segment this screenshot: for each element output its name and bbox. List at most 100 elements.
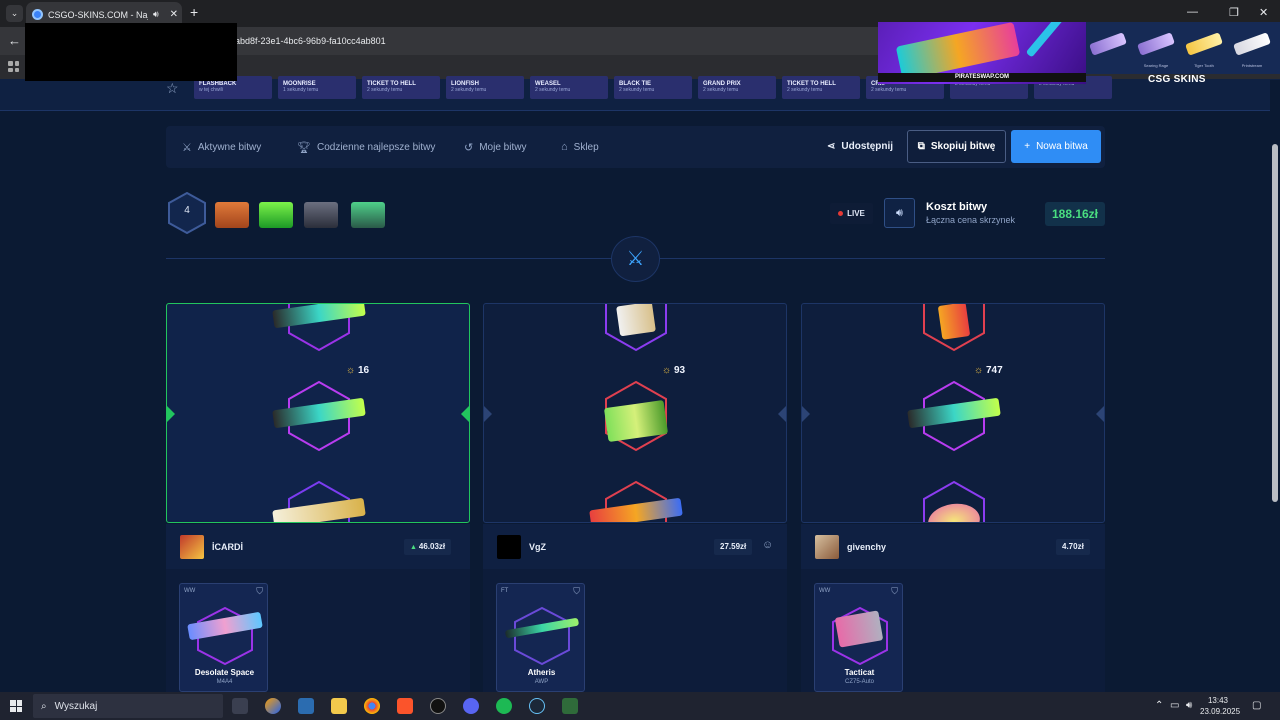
spinner-marker-left [167, 406, 175, 422]
drop-card[interactable]: BLACK TIE 2 sekundy temu [614, 76, 692, 99]
item-condition: WW [819, 588, 831, 594]
item-card[interactable]: FT ⛉ Atheris AWP [496, 583, 585, 692]
drop-time: 2 sekundy temu [367, 87, 403, 93]
minimize-icon[interactable]: — [1187, 6, 1198, 18]
item-slot [589, 480, 683, 522]
apps-grid-icon[interactable] [8, 61, 19, 72]
nav-shop[interactable]: ⌂ Sklep [561, 141, 599, 153]
player-spinner: ☼ 747 [801, 303, 1105, 523]
case-icon[interactable] [215, 202, 249, 228]
live-badge: LIVE [830, 203, 873, 224]
avatar[interactable] [497, 535, 521, 559]
player-name[interactable]: VgZ [529, 542, 546, 552]
item-name: Atheris [527, 668, 556, 677]
item-name: Desolate Space [194, 668, 255, 677]
app-icon[interactable] [430, 698, 446, 714]
nav-active-battles[interactable]: ⚔︎ Aktywne bitwy [182, 141, 261, 154]
steam-icon[interactable] [529, 698, 545, 714]
discord-icon[interactable] [463, 698, 479, 714]
scrollbar-thumb[interactable] [1272, 144, 1278, 502]
shield-icon: ⛉ [573, 586, 580, 596]
address-bar[interactable]: abd8f-23e1-4bc6-96b9-fa10cc4ab801 [235, 36, 386, 46]
taskbar-search[interactable]: ⌕ Wyszukaj [33, 694, 223, 718]
avatar[interactable] [815, 535, 839, 559]
points-value: 16 [357, 365, 370, 376]
system-clock[interactable]: 13:43 23.09.2025 [1200, 695, 1241, 717]
star-icon[interactable]: ☆ [166, 80, 179, 97]
item-card[interactable]: WW ⛉ Desolate Space M4A4 [179, 583, 268, 692]
nav-label: Moje bitwy [479, 142, 527, 153]
top-drop[interactable]: Printstream [1230, 28, 1274, 68]
tab-search-icon[interactable]: ⌄ [6, 5, 23, 22]
round-number: 4 [184, 205, 190, 216]
player-name[interactable]: givenchy [847, 542, 886, 552]
trophy-icon: 🏆︎ [297, 142, 311, 154]
windows-start-icon[interactable] [10, 700, 22, 712]
case-icon[interactable] [259, 202, 293, 228]
chrome-icon[interactable] [364, 698, 380, 714]
top-drop-label: Searing Rage [1143, 63, 1169, 68]
drop-card[interactable]: GRAND PRIX 2 sekundy temu [698, 76, 776, 99]
app-icon[interactable] [265, 698, 281, 714]
player-name[interactable]: İCARDİ [212, 542, 243, 552]
drop-card[interactable]: TICKET TO HELL 2 sekundy temu [362, 76, 440, 99]
drop-card[interactable]: MOONRISE 1 sekundy temu [278, 76, 356, 99]
drop-card[interactable]: TICKET TO HELL 2 sekundy temu [782, 76, 860, 99]
clock-time: 13:43 [1207, 696, 1229, 705]
won-items: FT ⛉ Atheris AWP [483, 569, 787, 692]
history-icon: ↺ [464, 142, 474, 154]
item-slot [603, 380, 669, 452]
task-view-icon[interactable] [232, 698, 248, 714]
file-explorer-icon[interactable] [331, 698, 347, 714]
avatar[interactable] [180, 535, 204, 559]
drop-card[interactable]: LIONFISH 2 sekundy temu [446, 76, 524, 99]
drop-card[interactable]: WEASEL 2 sekundy temu [530, 76, 608, 99]
live-label: LIVE [847, 209, 865, 218]
tray-chevron-icon[interactable]: ⌃ [1155, 700, 1163, 711]
volume-icon[interactable]: 🔊︎ [1186, 700, 1192, 711]
clock-date: 23.09.2025 [1200, 707, 1241, 716]
nav-label: Sklep [573, 141, 599, 153]
app-icon[interactable] [298, 698, 314, 714]
app-icon[interactable] [562, 698, 578, 714]
spotify-icon[interactable] [496, 698, 512, 714]
emoji-icon[interactable]: ☺ [762, 539, 773, 551]
sound-toggle-button[interactable]: 🔊︎ [884, 198, 915, 228]
new-battle-button[interactable]: + Nowa bitwa [1011, 130, 1101, 163]
points-counter: ☼ 16 [346, 365, 369, 376]
item-slot [272, 304, 366, 352]
close-window-icon[interactable]: ✕ [1259, 6, 1268, 19]
site-logo[interactable]: CSG SKINS [1148, 74, 1206, 85]
share-icon: ⋖ [827, 141, 836, 152]
top-drop-label: Tiger Tooth [1194, 63, 1214, 68]
copy-battle-button[interactable]: ⧉ Skopiuj bitwę [907, 130, 1006, 163]
restore-icon[interactable]: ❐ [1229, 6, 1239, 19]
network-icon[interactable]: ▭ [1170, 700, 1179, 711]
points-value: 93 [673, 365, 686, 376]
top-drop[interactable]: Tiger Tooth [1182, 28, 1226, 68]
page-scrollbar[interactable] [1270, 80, 1280, 692]
back-arrow-icon[interactable]: ← [8, 33, 21, 48]
shield-icon: ⛉ [891, 586, 898, 596]
case-icon[interactable] [351, 202, 385, 228]
share-button[interactable]: ⋖ Udostępnij [827, 141, 893, 152]
speaker-icon[interactable]: 🔊︎ [153, 9, 159, 20]
spinner-marker-left [484, 406, 492, 422]
plus-icon: + [1024, 141, 1031, 152]
close-tab-icon[interactable]: ✕ [170, 9, 178, 20]
item-card[interactable]: WW ⛉ Tacticat CZ75-Auto [814, 583, 903, 692]
nav-my-battles[interactable]: ↺ Moje bitwy [464, 141, 526, 154]
crossed-swords-icon: ⚔︎ [611, 236, 660, 282]
top-drop[interactable]: Searing Rage [1134, 28, 1178, 68]
item-slot [922, 304, 986, 352]
nav-daily-best[interactable]: 🏆︎ Codzienne najlepsze bitwy [297, 141, 435, 154]
ad-banner[interactable]: PIRATESWAP.COM [878, 22, 1086, 84]
notifications-icon[interactable]: ▢ [1252, 700, 1261, 711]
case-icon[interactable] [304, 202, 338, 228]
item-slot [604, 304, 668, 352]
new-tab-icon[interactable]: + [190, 4, 198, 20]
brave-icon[interactable] [397, 698, 413, 714]
gear-icon: ☼ [346, 365, 358, 376]
top-drop[interactable] [1086, 28, 1130, 68]
tab-title: CSGO-SKINS.COM - Najlep [48, 9, 148, 20]
